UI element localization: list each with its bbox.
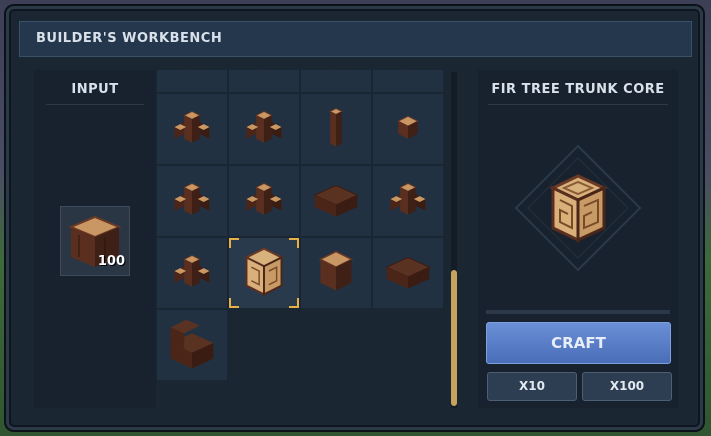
- output-preview: [478, 106, 678, 306]
- recipe-slot[interactable]: [157, 70, 227, 92]
- recipe-grid: [157, 70, 447, 408]
- craft-x100-button[interactable]: X100: [582, 372, 672, 401]
- selection-corner: [229, 238, 239, 248]
- recipe-slot[interactable]: [229, 70, 299, 92]
- recipe-slot[interactable]: [373, 94, 443, 164]
- input-title: INPUT: [71, 82, 119, 97]
- wood-pillar-icon: [329, 108, 343, 147]
- wood-corner-icon: [406, 70, 410, 71]
- recipe-slot[interactable]: [301, 238, 371, 308]
- window-title: BUILDER'S WORKBENCH: [36, 31, 223, 46]
- recipe-slot[interactable]: [229, 94, 299, 164]
- wood-block-icon: [318, 250, 354, 291]
- wood-junction-5-icon: [246, 110, 282, 143]
- input-panel: INPUT 100: [34, 70, 156, 408]
- craft-progress-bar: [486, 310, 670, 314]
- wood-slab-icon: [385, 256, 431, 289]
- recipe-slot-selected[interactable]: [229, 238, 299, 308]
- divider: [46, 104, 144, 105]
- wood-post-cross-icon: [174, 110, 210, 143]
- recipe-slot[interactable]: [373, 70, 443, 92]
- recipe-slot[interactable]: [301, 70, 371, 92]
- wood-cross-tall-icon: [390, 182, 426, 215]
- recipe-slot[interactable]: [301, 166, 371, 236]
- recipe-slot[interactable]: [157, 310, 227, 380]
- input-item-slot[interactable]: 100: [60, 206, 130, 276]
- selection-corner: [289, 238, 299, 248]
- wood-l-piece-icon: [313, 184, 359, 217]
- craft-x10-button[interactable]: X10: [487, 372, 577, 401]
- divider: [488, 104, 668, 105]
- wood-t-low-icon: [246, 182, 282, 215]
- output-title: FIR TREE TRUNK CORE: [491, 82, 665, 97]
- craft-button[interactable]: CRAFT: [486, 322, 671, 364]
- recipe-slot[interactable]: [157, 238, 227, 308]
- item-count: 100: [97, 254, 125, 269]
- scrollbar-thumb[interactable]: [451, 270, 457, 406]
- output-panel: FIR TREE TRUNK CORE CRAFT X10 X100: [478, 70, 678, 408]
- recipe-slot[interactable]: [157, 94, 227, 164]
- wood-t-junction-icon: [174, 182, 210, 215]
- recipe-slot[interactable]: [157, 166, 227, 236]
- wood-stairs-icon: [170, 319, 214, 369]
- wood-cross-flat-icon: [174, 254, 210, 287]
- recipe-slot[interactable]: [373, 238, 443, 308]
- selection-corner: [289, 298, 299, 308]
- window-titlebar: BUILDER'S WORKBENCH: [19, 21, 692, 57]
- recipe-slot[interactable]: [301, 94, 371, 164]
- wood-stairs-corner-icon: [190, 70, 194, 71]
- recipe-slot[interactable]: [229, 166, 299, 236]
- selection-corner: [229, 298, 239, 308]
- wood-small-cube-icon: [397, 115, 419, 139]
- fir-trunk-core-icon: [514, 144, 642, 272]
- recipe-slot[interactable]: [373, 166, 443, 236]
- wood-junction-icon: [334, 70, 338, 71]
- wood-cross-icon: [262, 70, 266, 71]
